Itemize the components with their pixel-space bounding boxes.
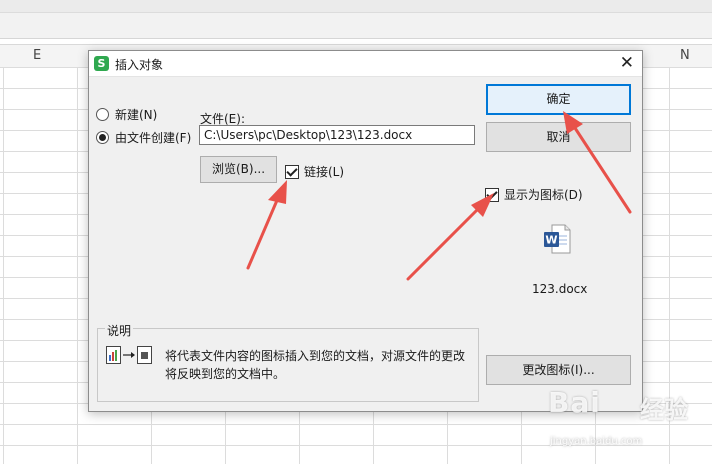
link-label: 链接(L) [304, 165, 345, 179]
insert-object-dialog: S 插入对象 ✕ 新建(N) 由文件创建(F) 文件(E): C:\Users\… [88, 50, 643, 412]
cancel-button[interactable]: 取消 [486, 122, 631, 152]
link-checkbox[interactable] [285, 164, 299, 179]
radio-create-new[interactable]: 新建(N) [96, 106, 157, 123]
link-checkbox-row[interactable]: 链接(L) [285, 163, 344, 180]
radio-button[interactable] [96, 108, 109, 121]
icon-filename: 123.docx [532, 282, 588, 296]
dialog-titlebar[interactable]: S 插入对象 ✕ [89, 51, 642, 77]
close-icon[interactable]: ✕ [620, 53, 634, 73]
ribbon-strip [0, 0, 712, 39]
description-title: 说明 [105, 322, 134, 339]
watermark-brand-cn: 经验 [640, 396, 688, 424]
change-icon-button[interactable]: 更改图标(I)... [486, 355, 631, 385]
word-document-icon: W [544, 224, 571, 254]
radio-create-from-file[interactable]: 由文件创建(F) [96, 129, 191, 146]
browse-button[interactable]: 浏览(B)... [200, 156, 277, 183]
file-path-input[interactable]: C:\Users\pc\Desktop\123\123.docx [199, 125, 475, 145]
display-as-icon-checkbox[interactable] [485, 187, 499, 202]
watermark-brand: Bai [548, 386, 601, 419]
column-header-n[interactable]: N [680, 48, 690, 63]
column-header-e[interactable]: E [33, 48, 41, 63]
dialog-title: 插入对象 [115, 58, 164, 72]
radio-label: 新建(N) [115, 108, 158, 122]
ok-button[interactable]: 确定 [486, 84, 631, 115]
display-as-icon-label: 显示为图标(D) [504, 188, 583, 202]
radio-button-selected[interactable] [96, 131, 109, 144]
wps-app-icon: S [94, 56, 109, 71]
display-as-icon-row[interactable]: 显示为图标(D) [485, 186, 583, 203]
insert-link-illustration-icon [106, 346, 152, 364]
baidu-watermark: Bai 经验 jingyan.baidu.com [548, 386, 708, 460]
radio-label: 由文件创建(F) [115, 131, 192, 145]
svg-text:W: W [545, 234, 557, 247]
description-text: 将代表文件内容的图标插入到您的文档，对源文件的更改将反映到您的文档中。 [165, 349, 466, 381]
watermark-url: jingyan.baidu.com [550, 436, 643, 447]
ribbon-band [0, 0, 712, 13]
